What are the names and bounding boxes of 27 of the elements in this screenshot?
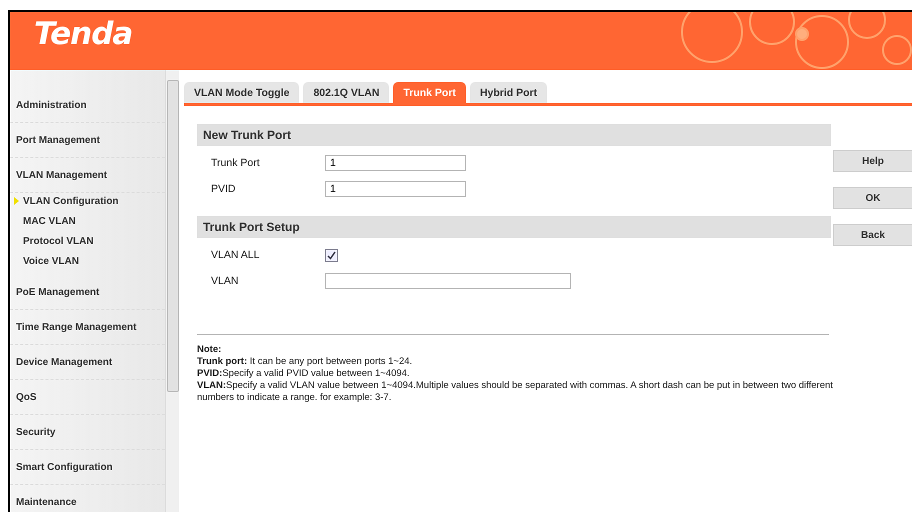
- checkbox[interactable]: [325, 248, 338, 262]
- scrollbar-thumb[interactable]: [166, 80, 178, 392]
- sidebar-subitem[interactable]: Protocol VLAN: [10, 231, 165, 251]
- action-button[interactable]: Help: [833, 150, 912, 172]
- input-field[interactable]: [325, 273, 571, 289]
- input-field[interactable]: 1: [325, 181, 466, 197]
- sidebar-subitem[interactable]: VLAN Configuration: [10, 191, 165, 211]
- action-button[interactable]: OK: [833, 187, 912, 209]
- tab[interactable]: 802.1Q VLAN: [303, 82, 390, 103]
- sidebar-subitem[interactable]: MAC VLAN: [10, 211, 165, 231]
- section-header: Trunk Port Setup: [197, 216, 831, 238]
- field-label: Trunk Port: [211, 157, 261, 169]
- note-text: Trunk port: It can be any port between ports 1~24.: [197, 356, 414, 368]
- tab[interactable]: Hybrid Port: [470, 82, 548, 103]
- section-header: New Trunk Port: [197, 124, 831, 146]
- action-button[interactable]: Back: [833, 224, 912, 246]
- field-label: PVID: [211, 183, 237, 195]
- scrollbar[interactable]: [165, 70, 179, 512]
- logo: Tenda: [34, 16, 132, 52]
- note-title: Note:: [197, 344, 222, 356]
- note-text: VLAN:Specify a valid VLAN value between 1~4094.Multiple values should be separated with commas. A short dash can be put in between two different numbers to indicate a range. for example: 3-7.: [197, 380, 834, 404]
- sidebar-subitem[interactable]: Voice VLAN: [10, 251, 165, 271]
- tab[interactable]: VLAN Mode Toggle: [184, 82, 300, 103]
- input-field[interactable]: 1: [325, 155, 466, 171]
- field-label: VLAN: [211, 275, 240, 287]
- field-label: VLAN ALL: [211, 249, 260, 261]
- note-text: PVID:Specify a valid PVID value between 1~4094.: [197, 368, 411, 380]
